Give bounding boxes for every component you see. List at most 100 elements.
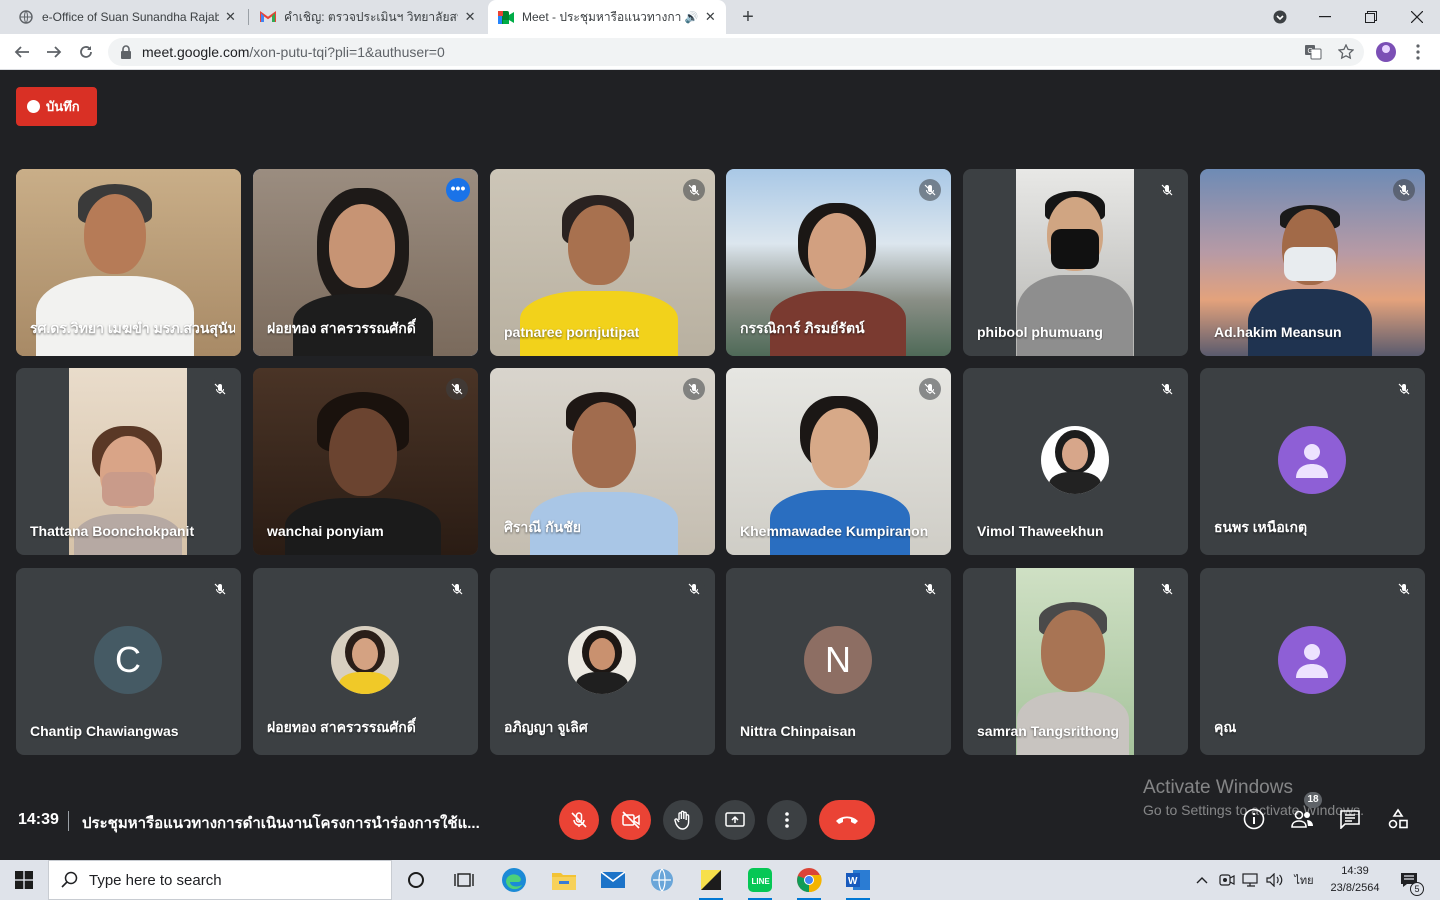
forward-icon[interactable] (40, 38, 68, 66)
participant-tile[interactable]: C Chantip Chawiangwas (16, 568, 241, 755)
participant-tile[interactable]: N Nittra Chinpaisan (726, 568, 951, 755)
participant-tile-pinned[interactable]: ••• ฝอยทอง สาครวรรณศักดิ์ (253, 169, 478, 356)
volume-icon[interactable] (1264, 860, 1286, 900)
participant-tile[interactable]: อภิญญา จูเลิศ (490, 568, 715, 755)
muted-mic-icon (683, 179, 705, 201)
people-button[interactable] (1288, 805, 1316, 833)
meet-now-icon[interactable] (1216, 860, 1238, 900)
raise-hand-icon (674, 810, 690, 830)
participant-tile[interactable]: Khemmawadee Kumpiranon (726, 368, 951, 555)
cortana-icon[interactable] (400, 864, 432, 896)
svg-text:W: W (848, 876, 858, 887)
browser-tab[interactable]: คำเชิญ: ตรวจประเมินฯ วิทยาลัยสหเวชศาสตร์… (250, 0, 486, 34)
participant-tile[interactable]: phibool phumuang (963, 169, 1188, 356)
chat-button[interactable] (1336, 805, 1364, 833)
system-date: 23/8/2564 (1330, 882, 1380, 894)
divider (68, 811, 69, 831)
chrome-icon[interactable] (793, 864, 825, 900)
bookmark-star-icon[interactable] (1335, 41, 1357, 63)
participant-tile[interactable]: Ad.hakim Meansun (1200, 169, 1425, 356)
muted-mic-icon (209, 578, 231, 600)
participant-tile[interactable]: ฝอยทอง สาครวรรณศักดิ์ (253, 568, 478, 755)
action-center-icon[interactable]: 5 (1396, 860, 1424, 900)
hang-up-icon (836, 816, 858, 824)
network-app-icon[interactable] (646, 864, 678, 896)
close-window-icon[interactable] (1394, 0, 1440, 34)
reload-icon[interactable] (72, 38, 100, 66)
camera-off-button[interactable] (611, 800, 651, 840)
participant-tile[interactable]: คุณ (1200, 568, 1425, 755)
browser-menu-icon[interactable] (1407, 41, 1429, 63)
input-language-indicator[interactable]: ไทย (1290, 860, 1318, 900)
participant-tile[interactable]: ศิราณี กันชัย (490, 368, 715, 555)
participant-name: กรรณิการ์ ภิรมย์รัตน์ (740, 320, 865, 336)
speaker-icon[interactable]: 🔊 (685, 11, 699, 24)
translate-icon[interactable]: G (1302, 41, 1324, 63)
browser-tab-active[interactable]: Meet - ประชุมหารือแนวทางการดำเนินงาน 🔊 ✕ (488, 0, 726, 34)
muted-mic-icon (919, 578, 941, 600)
windows-taskbar: Type here to search LINE W ไทย 14:39 23/… (0, 860, 1440, 900)
participant-name: Vimol Thaweekhun (977, 523, 1104, 539)
tab-divider (248, 9, 249, 25)
tab-title: Meet - ประชุมหารือแนวทางการดำเนินงาน (522, 9, 681, 24)
participant-name: samran Tangsrithong (977, 723, 1120, 739)
word-icon[interactable]: W (842, 864, 874, 900)
participant-tile[interactable]: patnaree pornjutipat (490, 169, 715, 356)
search-placeholder: Type here to search (89, 871, 222, 889)
sticky-notes-icon[interactable] (695, 864, 727, 900)
meeting-details-button[interactable] (1240, 805, 1268, 833)
file-explorer-icon[interactable] (548, 864, 580, 896)
mail-icon[interactable] (597, 864, 629, 896)
address-bar[interactable]: meet.google.com/xon-putu-tqi?pli=1&authu… (108, 38, 1364, 66)
show-hidden-icons-chevron[interactable] (1192, 860, 1212, 900)
browser-tab[interactable]: e-Office of Suan Sunandha Rajabhat Unive… (8, 0, 246, 34)
edge-icon[interactable] (498, 864, 530, 896)
participant-tile[interactable]: รศ.ดร.วิทยา เมฆขำ มรภ.สวนสุนันทา (16, 169, 241, 356)
raise-hand-button[interactable] (663, 800, 703, 840)
participant-name: Ad.hakim Meansun (1214, 324, 1342, 340)
muted-mic-icon (1156, 578, 1178, 600)
participant-photo-avatar (568, 626, 636, 694)
present-screen-button[interactable] (715, 800, 755, 840)
muted-mic-icon (919, 378, 941, 400)
tab-search-icon[interactable] (1270, 8, 1290, 26)
mic-off-button[interactable] (559, 800, 599, 840)
muted-mic-icon (1156, 179, 1178, 201)
restore-icon[interactable] (1348, 0, 1394, 34)
profile-avatar[interactable] (1376, 42, 1396, 62)
leave-call-button[interactable] (819, 800, 875, 840)
lock-icon (121, 45, 131, 59)
back-icon[interactable] (8, 38, 36, 66)
participant-tile[interactable]: ธนพร เหนือเกตุ (1200, 368, 1425, 555)
close-tab-icon[interactable]: ✕ (225, 9, 236, 25)
start-button[interactable] (0, 860, 48, 900)
more-options-icon[interactable]: ••• (446, 178, 470, 202)
activities-button[interactable] (1384, 805, 1412, 833)
network-icon[interactable] (1240, 860, 1262, 900)
muted-mic-icon (683, 378, 705, 400)
globe-icon (18, 9, 34, 25)
more-vert-icon (785, 812, 789, 828)
taskbar-search[interactable]: Type here to search (48, 860, 392, 900)
participant-tile[interactable]: Vimol Thaweekhun (963, 368, 1188, 555)
system-clock[interactable]: 14:39 23/8/2564 (1320, 863, 1390, 897)
search-icon (61, 871, 78, 888)
participant-name: ฝอยทอง สาครวรรณศักดิ์ (267, 320, 416, 336)
line-app-icon[interactable]: LINE (744, 864, 776, 900)
close-tab-icon[interactable]: ✕ (705, 9, 716, 25)
participant-tile[interactable]: samran Tangsrithong (963, 568, 1188, 755)
participant-tile[interactable]: กรรณิการ์ ภิรมย์รัตน์ (726, 169, 951, 356)
more-options-button[interactable] (767, 800, 807, 840)
chat-icon (1340, 810, 1360, 829)
task-view-icon[interactable] (448, 864, 480, 896)
muted-mic-icon (1156, 378, 1178, 400)
browser-tab-strip: e-Office of Suan Sunandha Rajabhat Unive… (0, 0, 1440, 34)
info-icon (1243, 808, 1265, 830)
activate-windows-watermark: Activate Windows (1143, 777, 1293, 798)
minimize-icon[interactable] (1302, 0, 1348, 34)
participant-tile[interactable]: Thattana Boonchokpanit (16, 368, 241, 555)
new-tab-button[interactable]: + (736, 6, 760, 28)
close-tab-icon[interactable]: ✕ (464, 9, 476, 25)
participant-tile[interactable]: wanchai ponyiam (253, 368, 478, 555)
record-button[interactable]: บันทึก (16, 87, 97, 126)
